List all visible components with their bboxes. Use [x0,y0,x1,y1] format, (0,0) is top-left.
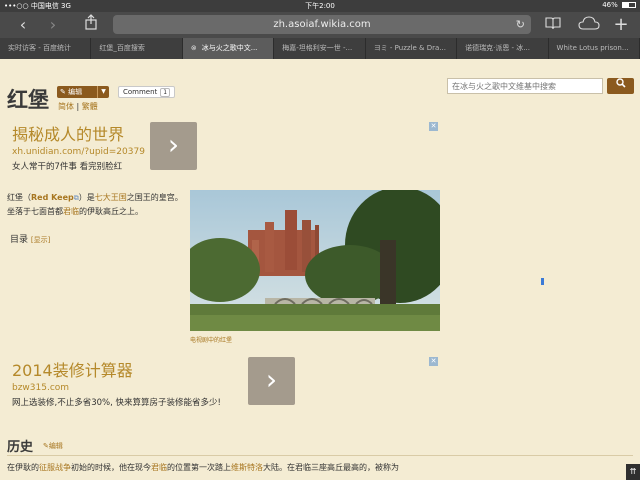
history-paragraph: 在伊耿的征服战争初始的时候，他在现今君临的位置第一次踏上维斯特洛大陆。在君临三座… [7,461,637,475]
red-keep-link[interactable]: Red Keep [31,193,74,202]
tab-2[interactable]: ⊗ 冰与火之歌中文... [182,38,275,59]
tab-label: 冰与火之歌中文... [201,44,258,52]
ad-headline[interactable]: 揭秘成人的世界 [12,121,440,145]
history-text: 的位置第一次踏上 [167,463,231,472]
intro-text: 红堡（ [7,193,31,202]
article-image[interactable] [190,190,440,331]
scroll-to-top-icon[interactable]: ⇈ [626,464,640,480]
table-of-contents: 目录 [显示] [10,232,50,245]
battery-fill [623,3,629,7]
edit-label: 编辑 [68,88,83,96]
intro-text: ）是 [78,193,95,202]
chevron-right-icon: › [167,128,180,161]
history-heading: 历史 [7,440,34,455]
tab-6[interactable]: White Lotus prison... [549,38,640,59]
comment-button[interactable]: Comment 1 [118,86,176,98]
ad-close-icon[interactable]: ✕ [429,357,438,366]
tab-label: 实时访客 - 百度统计 [8,44,71,52]
toc-label: 目录 [10,235,29,245]
ad-url[interactable]: bzw315.com [12,383,440,393]
tab-4[interactable]: ヨミ - Puzzle & Dra... [366,38,458,59]
tab-label: White Lotus prison... [556,44,629,52]
history-text: 初始的时候，他在现今 [71,463,151,472]
browser-toolbar: ‹ › zh.asoiaf.wikia.com ↻ + [0,12,640,38]
chevron-down-icon[interactable]: ▼ [97,86,109,98]
search-icon [615,78,626,88]
chevron-right-icon: › [265,363,278,396]
history-edit-label: 编辑 [48,442,63,450]
close-tab-icon[interactable]: ⊗ [191,44,197,52]
ad-close-icon[interactable]: ✕ [429,122,438,131]
reload-icon[interactable]: ↻ [516,15,525,34]
edit-button[interactable]: ✎ 编辑 ▼ [57,86,109,98]
battery-indicator: 46% [602,1,636,9]
tab-label: 梅嘉-坦格利安一世 -... [282,44,353,52]
battery-icon [622,2,636,8]
section-divider [7,455,633,456]
page-title: 红堡 [7,87,49,112]
ad-description: 女人常干的7件事 看完别脸红 [12,162,123,172]
status-bar: •••○○ 中国电信 3G 下午2:00 46% [0,0,640,12]
ad-banner-2[interactable]: 2014装修计算器 bzw315.com 网上选装修,不止多省30%, 快来算算… [12,357,440,417]
tab-3[interactable]: 梅嘉-坦格利安一世 -... [274,38,366,59]
intro-paragraph: 红堡（Red Keep⧉）是七大王国之国王的皇宫。坐落于七面首都君临的伊耿高丘之… [7,191,185,218]
red-keep-image [190,190,440,331]
ad-arrow-button[interactable]: › [248,357,295,405]
tab-1[interactable]: 红堡_百度搜索 [91,38,183,59]
comment-count: 1 [160,88,171,97]
share-icon[interactable] [82,14,100,36]
tab-5[interactable]: 诺德瑞克·派恩 - 冰... [457,38,549,59]
ad-arrow-button[interactable]: › [150,122,197,170]
intro-text: 的伊耿高丘之上。 [79,207,143,216]
language-variants: 简体 | 繁體 [58,101,98,112]
variant-simplified-link[interactable]: 简体 [58,102,74,111]
toc-show-link[interactable]: [显示] [31,236,50,244]
battery-percent: 46% [602,1,618,9]
history-edit-link[interactable]: ✎编辑 [43,441,63,451]
wiki-page: 红堡 ✎ 编辑 ▼ Comment1 简体 | 繁體 揭秘成人的世界 xh.un… [0,59,640,480]
variant-separator: | [76,102,80,111]
search-button[interactable] [607,78,634,94]
scroll-indicator [541,278,544,285]
variant-traditional-link[interactable]: 繁體 [82,102,98,111]
tab-bar: 实时访客 - 百度统计 红堡_百度搜索 ⊗ 冰与火之歌中文... 梅嘉-坦格利安一… [0,38,640,59]
tab-label: ヨミ - Puzzle & Dra... [373,44,446,52]
url-text: zh.asoiaf.wikia.com [273,19,371,30]
bookmarks-icon[interactable] [543,14,563,36]
history-text: 大陆。在君临三座高丘最高的，被称为 [263,463,399,472]
seven-kingdoms-link[interactable]: 七大王国 [95,193,127,202]
ad-banner-1[interactable]: 揭秘成人的世界 xh.unidian.com/?upid=20379 女人常干的… [12,121,440,181]
history-text: 在伊耿的 [7,463,39,472]
wiki-search-input[interactable] [447,78,603,94]
ad-url[interactable]: xh.unidian.com/?upid=20379 [12,147,440,157]
forward-icon[interactable]: › [44,14,62,36]
tab-label: 诺德瑞克·派恩 - 冰... [465,44,530,52]
tab-label: 红堡_百度搜索 [99,44,145,52]
kings-landing-link[interactable]: 君临 [63,207,79,216]
ad-description: 网上选装修,不止多省30%, 快来算算房子装修能省多少! [12,398,221,408]
conquest-link[interactable]: 征服战争 [39,463,71,472]
address-bar[interactable]: zh.asoiaf.wikia.com ↻ [113,15,531,34]
tab-0[interactable]: 实时访客 - 百度统计 [0,38,92,59]
ad-headline[interactable]: 2014装修计算器 [12,357,440,381]
icloud-tabs-icon[interactable] [577,14,601,36]
westeros-link[interactable]: 维斯特洛 [231,463,263,472]
pencil-icon: ✎ [60,88,66,96]
image-caption[interactable]: 电视剧中的红堡 [190,335,232,344]
new-tab-icon[interactable]: + [612,14,630,36]
comment-label: Comment [123,88,158,96]
clock: 下午2:00 [305,2,335,10]
kings-landing-link[interactable]: 君临 [151,463,167,472]
back-icon[interactable]: ‹ [14,14,32,36]
